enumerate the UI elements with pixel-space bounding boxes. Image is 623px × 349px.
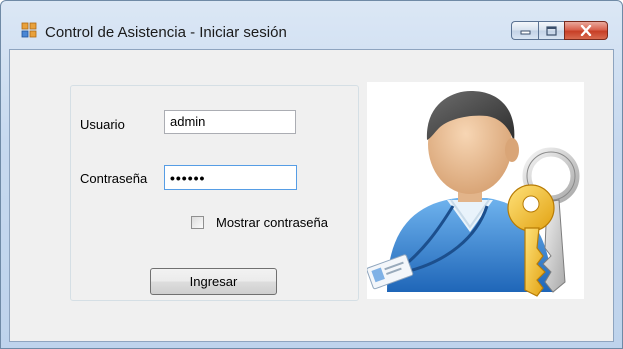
username-label: Usuario (80, 117, 125, 132)
close-icon (580, 25, 592, 36)
minimize-icon (520, 30, 530, 35)
username-input[interactable]: admin (164, 110, 296, 134)
maximize-button[interactable] (538, 21, 564, 40)
window-title: Control de Asistencia - Iniciar sesión (45, 24, 287, 41)
user-keys-picture (366, 82, 584, 299)
show-password-checkbox[interactable] (191, 216, 204, 229)
password-label: Contraseña (80, 171, 148, 186)
show-password-label[interactable]: Mostrar contraseña (216, 215, 328, 230)
maximize-icon (546, 25, 557, 36)
close-button[interactable] (564, 21, 608, 40)
title-bar[interactable]: Control de Asistencia - Iniciar sesión (1, 1, 622, 41)
app-form-icon (21, 22, 37, 38)
minimize-button[interactable] (511, 21, 538, 40)
caption-buttons (511, 21, 608, 40)
password-input[interactable]: •••••• (164, 165, 297, 190)
user-with-keys-icon (366, 90, 580, 297)
login-button[interactable]: Ingresar (150, 268, 277, 295)
